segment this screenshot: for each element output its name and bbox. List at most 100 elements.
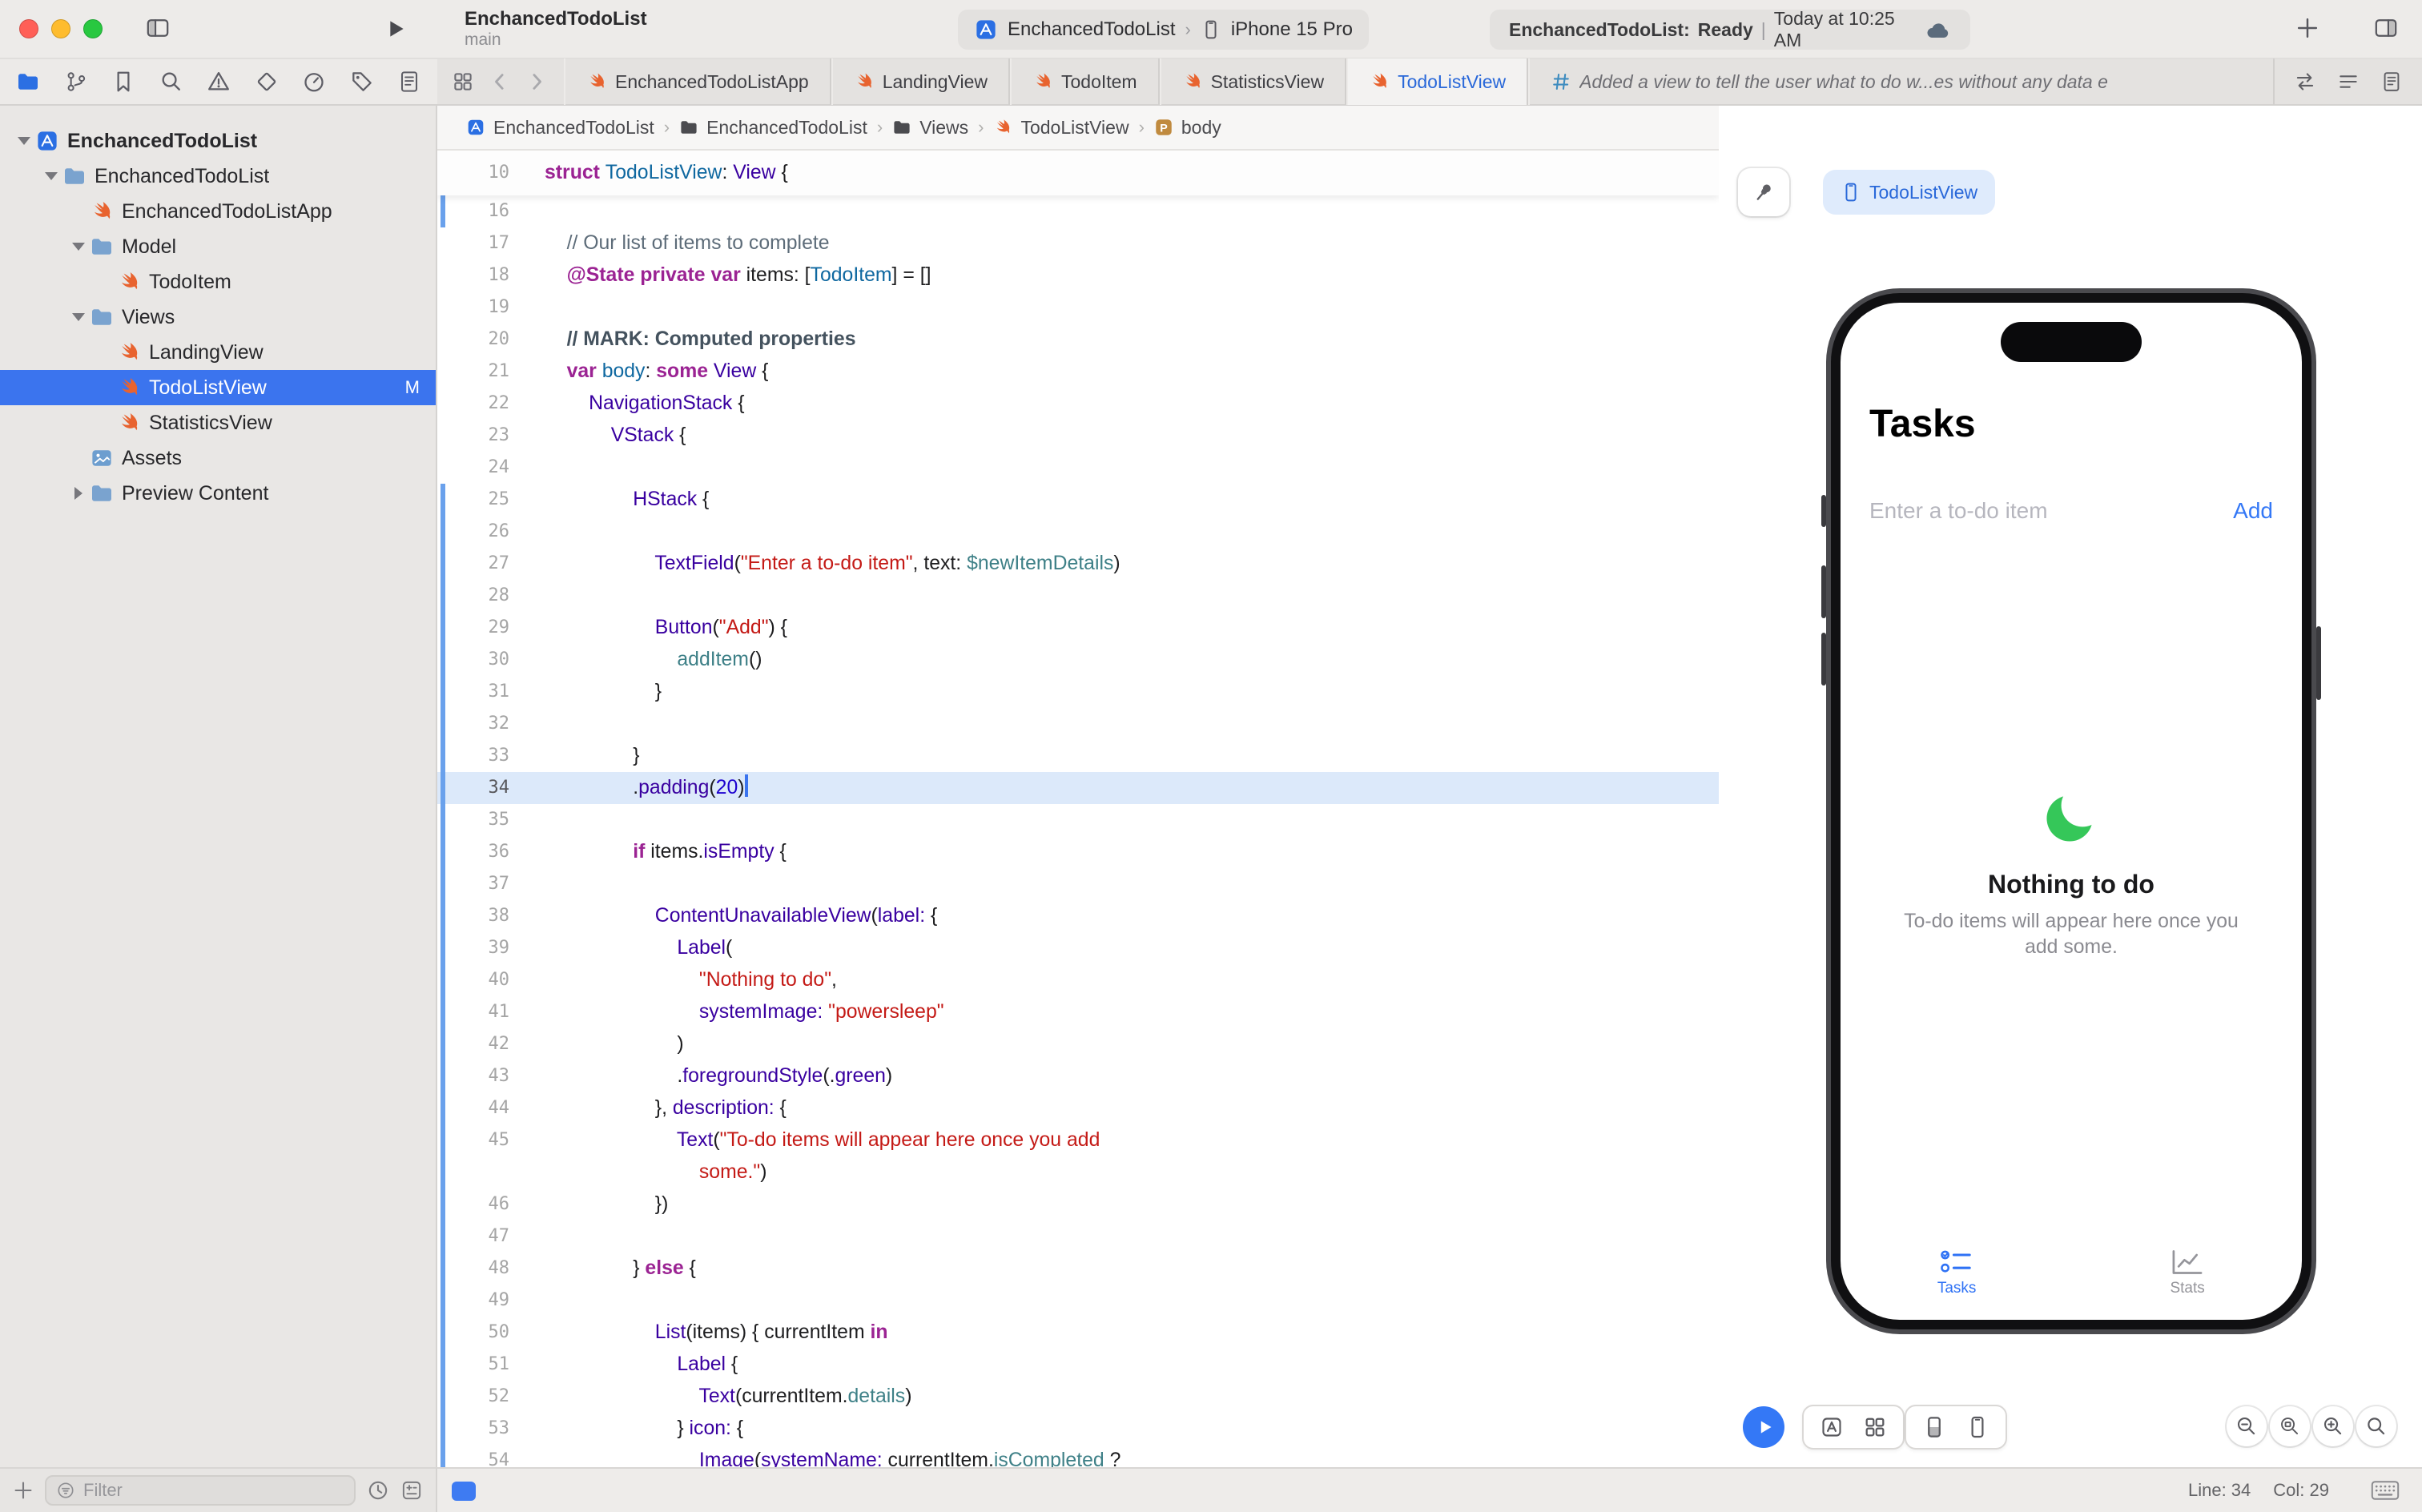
editor-tab-todolistview[interactable]: TodoListView (1346, 58, 1528, 105)
line-number[interactable]: 16 (437, 195, 509, 227)
device-settings-icon[interactable] (1922, 1415, 1946, 1439)
sidebar-item-enchancedtodolist[interactable]: EnchancedTodoList (0, 159, 436, 194)
code-line-17[interactable]: 17 // Our list of items to complete (437, 227, 1719, 259)
code-line-41[interactable]: 41 systemImage: "powersleep" (437, 996, 1719, 1028)
sidebar-item-todolistview[interactable]: TodoListViewM (0, 370, 436, 405)
line-number[interactable]: 32 (437, 708, 509, 740)
line-number[interactable]: 51 (437, 1349, 509, 1381)
code-line-46[interactable]: 46 }) (437, 1188, 1719, 1220)
line-number[interactable]: 37 (437, 868, 509, 900)
code-line-49[interactable]: 49 (437, 1285, 1719, 1317)
source-control-navigator-button[interactable] (64, 70, 88, 94)
bookmarks-navigator-button[interactable] (111, 70, 135, 94)
minimap-options-icon[interactable] (2337, 70, 2360, 93)
code-line-43[interactable]: 43 .foregroundStyle(.green) (437, 1060, 1719, 1092)
filter-field[interactable]: Filter (45, 1475, 356, 1506)
code-line-wrap[interactable]: some.") (437, 1156, 1719, 1188)
recent-files-filter-button[interactable] (367, 1479, 389, 1502)
breadcrumb-item-todolistview[interactable]: TodoListView (993, 117, 1129, 139)
issues-navigator-button[interactable] (207, 70, 231, 94)
line-number[interactable]: 41 (437, 996, 509, 1028)
sidebar-item-views[interactable]: Views (0, 300, 436, 335)
minimize-window-button[interactable] (51, 19, 70, 38)
line-number[interactable]: 35 (437, 804, 509, 836)
line-number[interactable]: 20 (437, 324, 509, 356)
editor-tab-enchancedtodolistapp[interactable]: EnchancedTodoListApp (564, 58, 831, 105)
code-line-21[interactable]: 21 var body: some View { (437, 356, 1719, 388)
sidebar-item-assets[interactable]: Assets (0, 440, 436, 476)
line-number[interactable]: 31 (437, 676, 509, 708)
code-line-29[interactable]: 29 Button("Add") { (437, 612, 1719, 644)
project-navigator-button[interactable] (16, 70, 40, 94)
code-line-35[interactable]: 35 (437, 804, 1719, 836)
add-file-button[interactable] (13, 1480, 34, 1501)
line-number[interactable]: 43 (437, 1060, 509, 1092)
line-number[interactable]: 45 (437, 1124, 509, 1156)
code-line-10[interactable]: 10struct TodoListView: View { (437, 151, 1719, 195)
code-line-30[interactable]: 30 addItem() (437, 644, 1719, 676)
code-line-36[interactable]: 36 if items.isEmpty { (437, 836, 1719, 868)
breadcrumb-item-views[interactable]: Views (892, 117, 968, 139)
code-line-26[interactable]: 26 (437, 516, 1719, 548)
zoom-in-button[interactable] (2313, 1406, 2353, 1446)
line-number[interactable] (437, 1156, 509, 1188)
code-line-33[interactable]: 33 } (437, 740, 1719, 772)
preview-target-chip[interactable]: TodoListView (1823, 170, 1995, 215)
device-icon[interactable] (1965, 1415, 1990, 1439)
line-number[interactable]: 19 (437, 292, 509, 324)
code-line-20[interactable]: 20 // MARK: Computed properties (437, 324, 1719, 356)
line-number[interactable]: 24 (437, 452, 509, 484)
line-number[interactable]: 46 (437, 1188, 509, 1220)
line-number[interactable]: 29 (437, 612, 509, 644)
code-line-50[interactable]: 50 List(items) { currentItem in (437, 1317, 1719, 1349)
breadcrumb-item-enchancedtodolist[interactable]: EnchancedTodoList (679, 117, 867, 139)
line-number[interactable]: 38 (437, 900, 509, 932)
line-number[interactable]: 42 (437, 1028, 509, 1060)
code-line-27[interactable]: 27 TextField("Enter a to-do item", text:… (437, 548, 1719, 580)
sidebar-item-model[interactable]: Model (0, 229, 436, 264)
code-line-42[interactable]: 42 ) (437, 1028, 1719, 1060)
variants-icon[interactable] (1820, 1415, 1844, 1439)
breakpoints-toggle[interactable] (452, 1482, 476, 1501)
run-button[interactable] (384, 18, 407, 40)
line-number[interactable]: 33 (437, 740, 509, 772)
line-number[interactable]: 48 (437, 1253, 509, 1285)
line-number[interactable]: 27 (437, 548, 509, 580)
zoom-fit-button[interactable] (2270, 1406, 2310, 1446)
code-line-24[interactable]: 24 (437, 452, 1719, 484)
scheme-destination-label[interactable]: iPhone 15 Pro (1231, 18, 1353, 41)
line-number[interactable]: 52 (437, 1381, 509, 1413)
line-number[interactable]: 18 (437, 259, 509, 292)
editor-options-icon[interactable] (2380, 70, 2403, 93)
line-number[interactable]: 49 (437, 1285, 509, 1317)
source-control-filter-button[interactable] (400, 1479, 423, 1502)
code-line-38[interactable]: 38 ContentUnavailableView(label: { (437, 900, 1719, 932)
code-editor[interactable]: 1617 // Our list of items to complete18 … (437, 151, 1719, 1467)
new-tab-button[interactable] (2295, 16, 2319, 40)
code-line-54[interactable]: 54 Image(systemName: currentItem.isCompl… (437, 1445, 1719, 1467)
live-preview-button[interactable] (1743, 1406, 1784, 1448)
line-number[interactable]: 44 (437, 1092, 509, 1124)
code-line-47[interactable]: 47 (437, 1220, 1719, 1253)
line-number[interactable]: 53 (437, 1413, 509, 1445)
disclosure-chevron-right[interactable] (67, 487, 90, 500)
zoom-out-button[interactable] (2227, 1406, 2267, 1446)
sidebar-item-todoitem[interactable]: TodoItem (0, 264, 436, 300)
sidebar-item-preview-content[interactable]: Preview Content (0, 476, 436, 511)
code-line-28[interactable]: 28 (437, 580, 1719, 612)
code-line-53[interactable]: 53 } icon: { (437, 1413, 1719, 1445)
go-forward-button[interactable] (525, 70, 548, 93)
line-number[interactable]: 39 (437, 932, 509, 964)
code-line-18[interactable]: 18 @State private var items: [TodoItem] … (437, 259, 1719, 292)
sidebar-item-landingview[interactable]: LandingView (0, 335, 436, 370)
code-line-44[interactable]: 44 }, description: { (437, 1092, 1719, 1124)
code-line-16[interactable]: 16 (437, 195, 1719, 227)
line-number[interactable]: 23 (437, 420, 509, 452)
debug-navigator-button[interactable] (302, 70, 326, 94)
line-number[interactable]: 30 (437, 644, 509, 676)
line-number[interactable]: 54 (437, 1445, 509, 1467)
toggle-inspector-button[interactable] (2372, 16, 2400, 40)
line-number[interactable]: 25 (437, 484, 509, 516)
line-number[interactable]: 21 (437, 356, 509, 388)
close-window-button[interactable] (19, 19, 38, 38)
